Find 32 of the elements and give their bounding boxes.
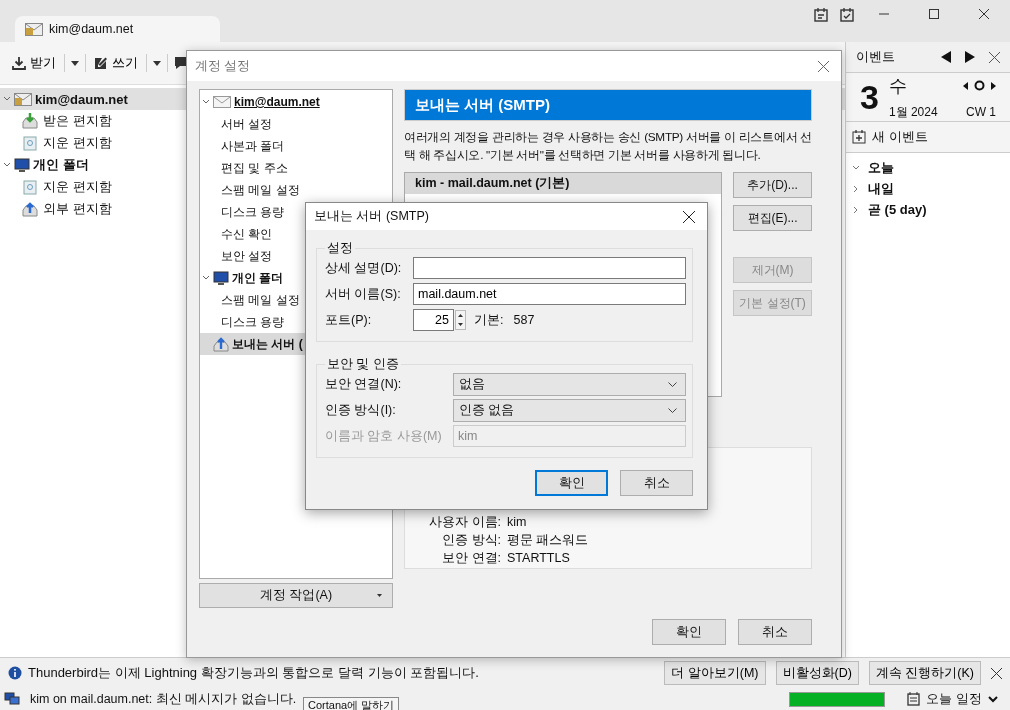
tooltip: Cortana에 말하기 bbox=[303, 697, 400, 710]
detail-label: 사용자 이름: bbox=[428, 514, 501, 531]
calendar-week: CW 1 bbox=[966, 105, 996, 119]
detail-label: 인증 방식: bbox=[441, 532, 501, 549]
group-label: 오늘 bbox=[868, 158, 894, 177]
group-label: 내일 bbox=[868, 179, 894, 198]
field-label: 상세 설명(D): bbox=[325, 259, 403, 277]
group-label: 곧 (5 day) bbox=[868, 200, 927, 219]
description-text: 여러개의 계정을 관리하는 경우 사용하는 송신 (SMTP) 서버를 이 리스트에서 선택 해 주십시오. "기본 서버"를 선택하면 기본 서버를 사용하게 됩니다. bbox=[404, 129, 812, 164]
day-number: 3 bbox=[860, 77, 879, 117]
detail-value: kim bbox=[507, 514, 527, 531]
section-heading: 보내는 서버 (SMTP) bbox=[404, 89, 812, 121]
field-label: 인증 방식(I): bbox=[325, 401, 397, 419]
group-title: 설정 bbox=[326, 240, 354, 257]
field-label: 포트(P): bbox=[325, 311, 373, 329]
pane-title: 이벤트 bbox=[856, 48, 895, 66]
default-port-value: 587 bbox=[513, 313, 535, 327]
dialog-title: 계정 설정 bbox=[195, 57, 251, 75]
field-label: 이름과 암호 사용(M) bbox=[325, 427, 443, 445]
detail-value: 평문 패스워드 bbox=[507, 532, 589, 549]
notification-text: Thunderbird는 이제 Lightning 확장기능과의 통합으로 달력 기능이 포함됩니다. bbox=[28, 664, 479, 682]
group-title: 보안 및 인증 bbox=[326, 356, 400, 373]
field-label: 서버 이름(S): bbox=[325, 285, 402, 303]
detail-value: STARTTLS bbox=[507, 550, 570, 567]
tab-label: kim@daum.net bbox=[49, 22, 134, 36]
weekday: 수 bbox=[888, 74, 907, 98]
detail-label: 보안 연결: bbox=[441, 550, 501, 567]
field-label: 보안 연결(N): bbox=[325, 375, 403, 393]
status-text: kim on mail.daum.net: 최신 메시지가 없습니다. bbox=[30, 690, 297, 708]
dialog-title: 보내는 서버 (SMTP) bbox=[314, 208, 429, 225]
month-year: 1월 2024 bbox=[888, 103, 938, 121]
default-port-label: 기본: bbox=[474, 311, 504, 329]
